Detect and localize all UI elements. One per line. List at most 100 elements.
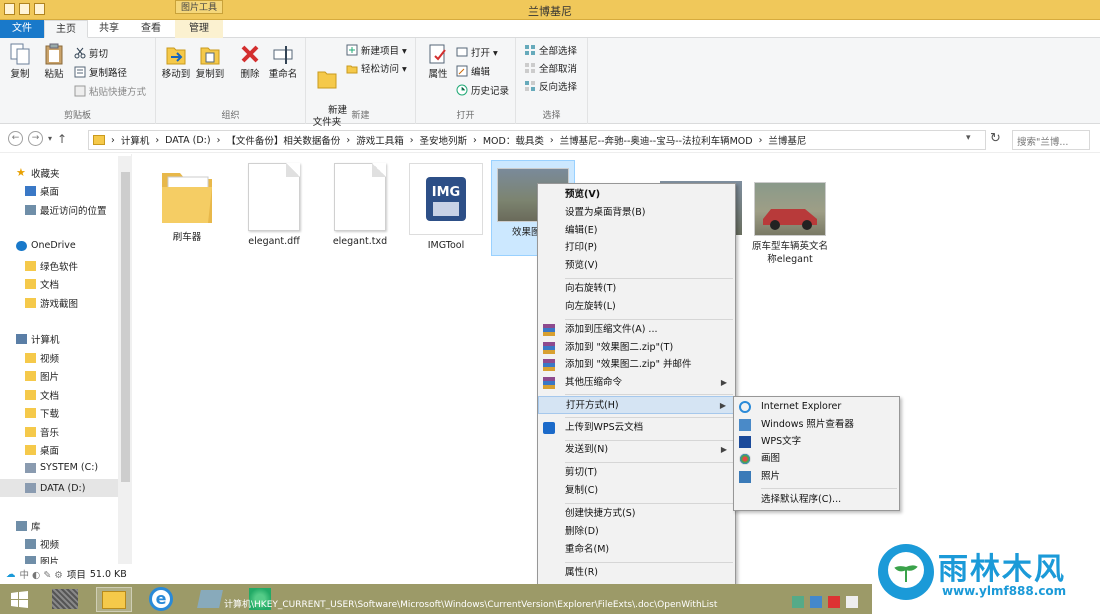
file-explorer-taskbar-icon[interactable]	[96, 587, 132, 612]
menu-item-edit[interactable]: 编辑(E)	[538, 222, 735, 240]
file-item-imgtool[interactable]: IMG IMGTool	[407, 163, 485, 252]
submenu-item-wps[interactable]: WPS文字	[734, 433, 899, 451]
breadcrumb-lamborghini[interactable]: 兰博基尼	[768, 133, 806, 147]
copy-path-button[interactable]: 复制路径	[74, 64, 127, 80]
tab-view[interactable]: 查看	[130, 20, 172, 38]
internet-explorer-taskbar-icon[interactable]: e	[144, 587, 178, 612]
menu-item-set-wallpaper[interactable]: 设置为桌面背景(B)	[538, 204, 735, 222]
menu-item-preview[interactable]: 预览(V)	[538, 186, 735, 204]
nav-music[interactable]: 音乐	[25, 425, 59, 439]
submenu-item-choose-default[interactable]: 选择默认程序(C)...	[734, 491, 899, 509]
easy-access-button[interactable]: 轻松访问 ▾	[346, 60, 407, 76]
refresh-icon[interactable]: ↻	[990, 131, 1001, 146]
forward-arrow-icon[interactable]: →	[28, 131, 43, 146]
menu-item-rotate-left[interactable]: 向左旋转(L)	[538, 298, 735, 316]
nav-desktop2[interactable]: 桌面	[25, 443, 59, 457]
tray-app-icon[interactable]	[810, 596, 822, 608]
nav-desktop[interactable]: 桌面	[25, 184, 59, 198]
history-button[interactable]: 历史记录	[456, 82, 509, 98]
paste-shortcut-button[interactable]: 粘贴快捷方式	[74, 83, 146, 99]
nav-documents[interactable]: 文档	[25, 277, 59, 291]
recent-locations-chevron-icon[interactable]: ▾	[48, 134, 52, 143]
view-icons[interactable]: 中 ◐ ✎ ⚙	[20, 567, 63, 581]
tray-app-icon[interactable]	[792, 596, 804, 608]
nav-docs2[interactable]: 文档	[25, 388, 59, 402]
tab-manage[interactable]: 管理	[175, 20, 223, 38]
menu-item-cut[interactable]: 剪切(T)	[538, 464, 735, 482]
address-box[interactable]: › 计算机 › DATA (D:) › 【文件备份】相关数据备份 › 游戏工具箱 › 圣…	[88, 130, 986, 150]
move-to-button[interactable]: 移动到	[160, 42, 192, 81]
tab-share[interactable]: 共享	[88, 20, 130, 38]
submenu-item-photo-viewer[interactable]: Windows 照片查看器	[734, 416, 899, 434]
delete-button[interactable]: 删除	[236, 42, 264, 81]
nav-game-screens[interactable]: 游戏截图	[25, 296, 78, 310]
back-arrow-icon[interactable]: ←	[8, 131, 23, 146]
rename-button[interactable]: 重命名	[266, 42, 300, 81]
paste-button[interactable]: 粘贴	[40, 42, 68, 81]
breadcrumb-backup[interactable]: 【文件备份】相关数据备份	[226, 133, 340, 147]
menu-item-add-zip-mail[interactable]: 添加到 "效果图二.zip" 并邮件	[538, 356, 735, 374]
menu-item-more-compress[interactable]: 其他压缩命令 ▶	[538, 374, 735, 392]
nav-pictures[interactable]: 图片	[25, 369, 59, 383]
submenu-item-paint[interactable]: 画图	[734, 450, 899, 468]
breadcrumb-san-andreas[interactable]: 圣安地列斯	[420, 133, 468, 147]
breadcrumb-car-mods[interactable]: 兰博基尼--奔驰--奥迪--宝马--法拉利车辆MOD	[560, 133, 753, 147]
select-none-button[interactable]: 全部取消	[524, 60, 577, 76]
nav-library[interactable]: 库	[16, 519, 41, 533]
address-dropdown-chevron-icon[interactable]: ▾	[966, 133, 971, 143]
tray-app-icon[interactable]	[846, 596, 858, 608]
menu-item-print[interactable]: 打印(P)	[538, 239, 735, 257]
menu-item-open-with[interactable]: 打开方式(H) ▶	[538, 396, 735, 414]
properties-button[interactable]: 属性	[422, 42, 454, 81]
file-item-folder[interactable]: 刷车器	[148, 163, 226, 244]
menu-item-create-shortcut[interactable]: 创建快捷方式(S)	[538, 505, 735, 523]
menu-item-preview-2[interactable]: 预览(V)	[538, 257, 735, 275]
paste-icon	[45, 43, 63, 65]
breadcrumb-computer[interactable]: 计算机	[121, 133, 150, 147]
menu-item-delete[interactable]: 删除(D)	[538, 523, 735, 541]
nav-videos[interactable]: 视频	[25, 351, 59, 365]
taskbar-app-icon[interactable]	[48, 587, 82, 612]
tab-home[interactable]: 主页	[44, 20, 88, 38]
menu-item-upload-wps[interactable]: 上传到WPS云文档	[538, 419, 735, 437]
menu-item-rename[interactable]: 重命名(M)	[538, 541, 735, 559]
menu-item-add-archive[interactable]: 添加到压缩文件(A) ...	[538, 321, 735, 339]
tray-app-icon[interactable]	[828, 596, 840, 608]
nav-downloads[interactable]: 下载	[25, 406, 59, 420]
file-item-elegant-image[interactable]: 原车型车辆英文名称elegant	[750, 182, 830, 266]
nav-favorites[interactable]: ★ 收藏夹	[16, 166, 60, 180]
search-input[interactable]: 搜索"兰博...	[1012, 130, 1090, 150]
new-item-button[interactable]: 新建项目 ▾	[346, 42, 407, 58]
taskbar-app-icon[interactable]	[194, 587, 228, 612]
copy-to-button[interactable]: 复制到	[194, 42, 226, 81]
nav-data-d[interactable]: DATA (D:)	[0, 479, 118, 497]
tab-file[interactable]: 文件	[0, 20, 44, 38]
nav-scrollbar-thumb[interactable]	[121, 172, 130, 482]
cut-button[interactable]: 剪切	[74, 45, 108, 61]
breadcrumb-mod-vehicles[interactable]: MOD：载具类	[483, 133, 544, 147]
menu-item-send-to[interactable]: 发送到(N) ▶	[538, 441, 735, 459]
menu-item-rotate-right[interactable]: 向右旋转(T)	[538, 280, 735, 298]
open-button[interactable]: 打开 ▾	[456, 44, 498, 60]
invert-selection-button[interactable]: 反向选择	[524, 78, 577, 94]
nav-recent[interactable]: 最近访问的位置	[25, 203, 107, 217]
nav-onedrive[interactable]: OneDrive	[16, 240, 76, 251]
file-item-elegant-dff[interactable]: elegant.dff	[235, 163, 313, 248]
submenu-item-ie[interactable]: Internet Explorer	[734, 398, 899, 416]
nav-system-c[interactable]: SYSTEM (C:)	[25, 462, 98, 473]
menu-item-copy[interactable]: 复制(C)	[538, 482, 735, 500]
nav-lib-videos[interactable]: 视频	[25, 537, 59, 551]
menu-item-properties[interactable]: 属性(R)	[538, 564, 735, 582]
breadcrumb-data-d[interactable]: DATA (D:)	[165, 135, 210, 146]
copy-button[interactable]: 复制	[6, 42, 34, 81]
select-all-button[interactable]: 全部选择	[524, 42, 577, 58]
nav-green-software[interactable]: 绿色软件	[25, 259, 78, 273]
edit-button[interactable]: 编辑	[456, 63, 490, 79]
file-item-elegant-txd[interactable]: elegant.txd	[321, 163, 399, 248]
nav-computer[interactable]: 计算机	[16, 332, 60, 346]
menu-item-add-zip[interactable]: 添加到 "效果图二.zip"(T)	[538, 339, 735, 357]
up-arrow-icon[interactable]: ↑	[57, 132, 67, 146]
start-windows-icon[interactable]	[4, 587, 34, 612]
submenu-item-photos[interactable]: 照片	[734, 468, 899, 486]
breadcrumb-game-tools[interactable]: 游戏工具箱	[356, 133, 404, 147]
